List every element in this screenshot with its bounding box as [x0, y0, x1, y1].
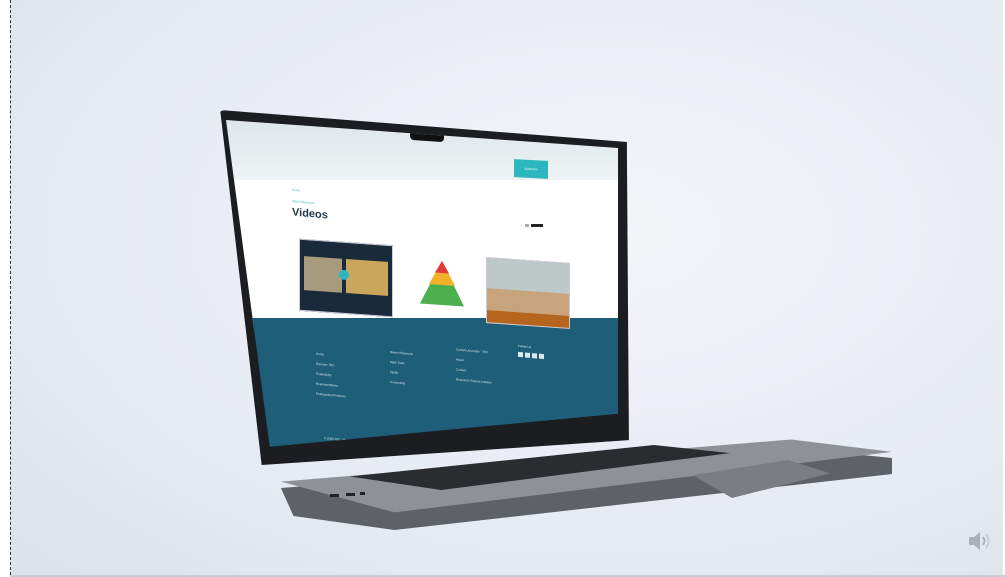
view-toggle-off[interactable]	[525, 224, 529, 227]
laptop-screen: Subscribe Home Video Resources Videos Ho…	[216, 110, 631, 465]
thumbnail-image	[487, 258, 569, 294]
pyramid-graphic	[435, 260, 449, 274]
view-toggle-on[interactable]	[531, 224, 543, 227]
laptop-display: Subscribe Home Video Resources Videos Ho…	[225, 120, 619, 447]
video-thumbnail[interactable]	[412, 252, 472, 316]
speaker-volume-icon[interactable]	[966, 528, 992, 554]
thumbnail-image	[304, 256, 342, 293]
footer-link[interactable]: Community	[390, 377, 413, 389]
subscribe-button[interactable]: Subscribe	[514, 159, 548, 179]
headphone-port	[360, 492, 365, 495]
youtube-icon[interactable]	[538, 353, 544, 360]
usb-port	[330, 494, 339, 497]
breadcrumb[interactable]: Home	[292, 188, 300, 193]
footer-links-col-1: Home Discover TEC Productivity Represent…	[316, 349, 346, 402]
video-thumbnail[interactable]	[299, 238, 393, 318]
usb-port	[346, 493, 355, 496]
play-icon[interactable]	[339, 269, 349, 281]
twitter-icon[interactable]	[531, 353, 537, 359]
thumbnail-image	[346, 259, 388, 296]
video-thumbnail[interactable]	[486, 257, 570, 329]
footer-social: Follow Us	[518, 341, 545, 363]
linkedin-icon[interactable]	[518, 351, 523, 358]
facebook-icon[interactable]	[524, 352, 530, 358]
footer-links-col-2: Search Resource Math Tools Media Communi…	[390, 347, 413, 389]
footer-links-col-3: Cornell University · TEC About Contact R…	[456, 344, 492, 387]
